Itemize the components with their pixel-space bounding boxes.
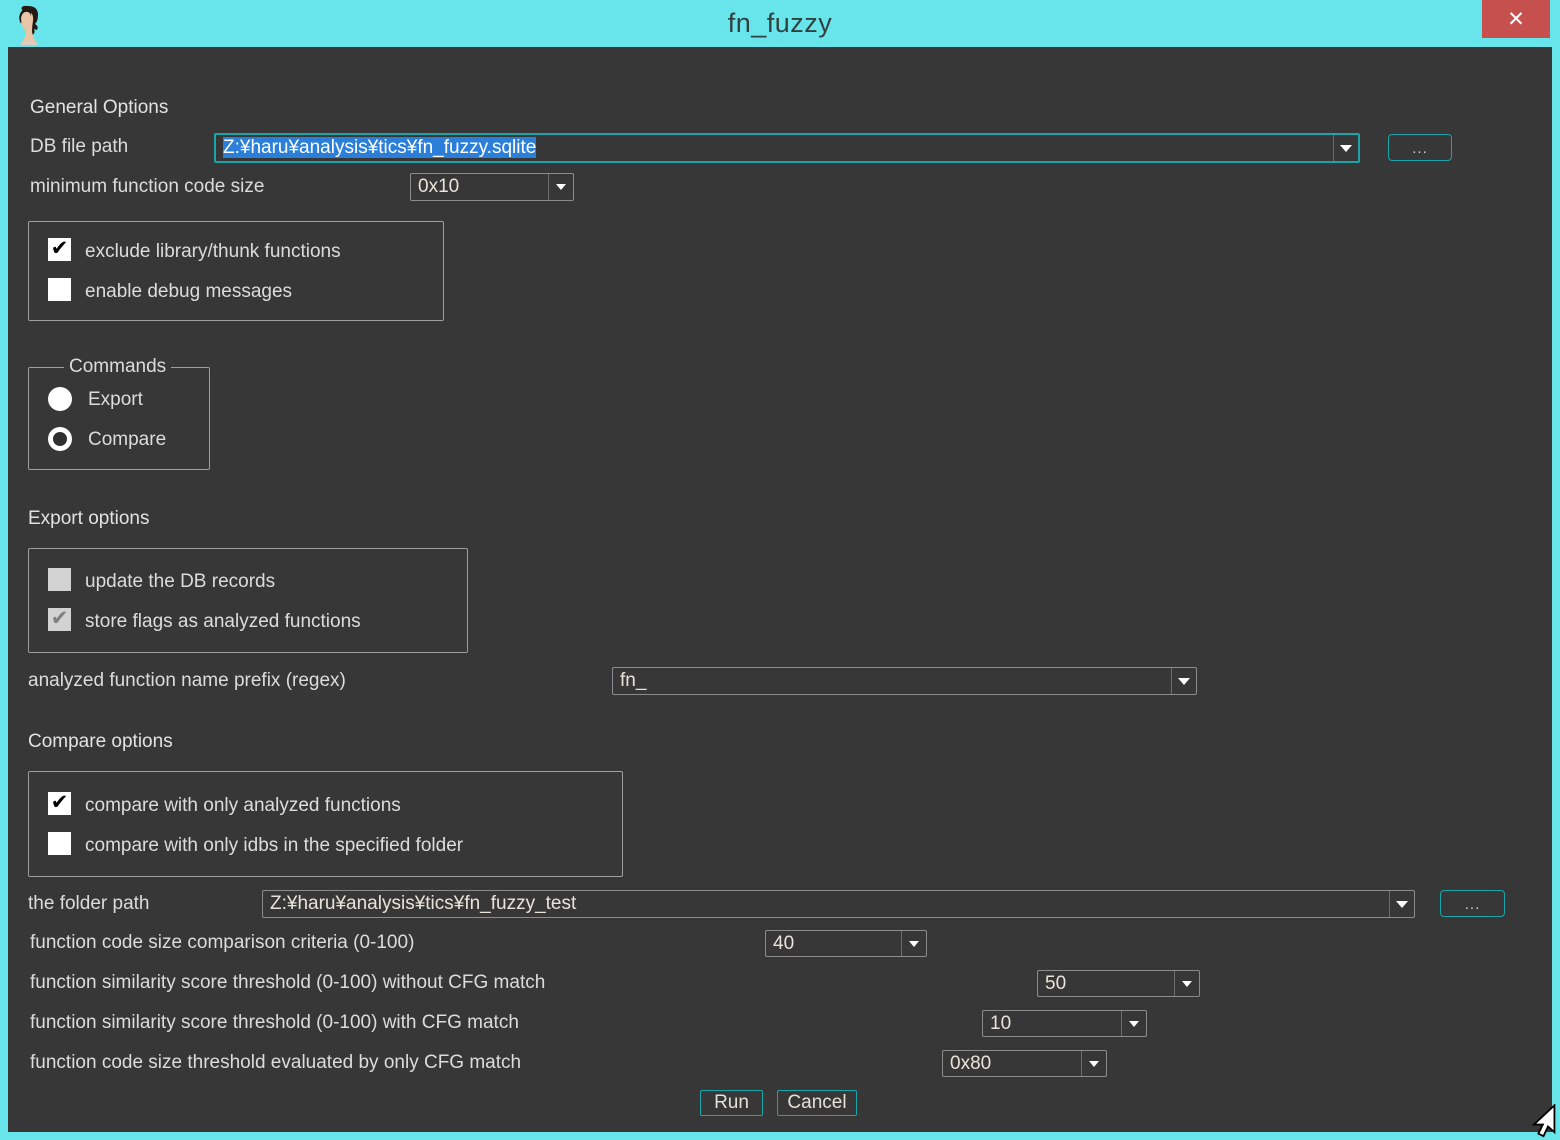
sim-threshold-without-cfg-value: 50 bbox=[1045, 973, 1066, 995]
code-size-cfg-only-label: function code size threshold evaluated b… bbox=[30, 1052, 521, 1074]
dialog-body: General Options DB file path Z:¥haru¥ana… bbox=[8, 47, 1552, 1132]
name-prefix-label: analyzed function name prefix (regex) bbox=[28, 670, 346, 692]
update-db-checkbox bbox=[48, 568, 71, 591]
chevron-down-icon bbox=[1182, 981, 1192, 987]
min-func-code-size-value: 0x10 bbox=[418, 176, 459, 198]
folder-path-label: the folder path bbox=[28, 893, 149, 915]
chevron-down-icon bbox=[556, 184, 566, 190]
export-radio[interactable] bbox=[48, 387, 72, 411]
sim-threshold-with-cfg-label: function similarity score threshold (0-1… bbox=[30, 1012, 519, 1034]
sim-threshold-with-cfg-dropdown[interactable]: 10 bbox=[982, 1010, 1147, 1037]
code-size-criteria-dropdown[interactable]: 40 bbox=[765, 930, 927, 957]
compare-radio[interactable] bbox=[48, 427, 72, 451]
check-icon: ✔ bbox=[51, 608, 69, 629]
run-button[interactable]: Run bbox=[700, 1090, 763, 1116]
folder-path-value: Z:¥haru¥analysis¥tics¥fn_fuzzy_test bbox=[270, 893, 576, 915]
close-icon: ✕ bbox=[1507, 7, 1525, 32]
cancel-button[interactable]: Cancel bbox=[777, 1090, 857, 1116]
close-button[interactable]: ✕ bbox=[1482, 0, 1550, 38]
code-size-cfg-only-value: 0x80 bbox=[950, 1053, 991, 1075]
store-flags-label: store flags as analyzed functions bbox=[85, 611, 361, 633]
store-flags-checkbox: ✔ bbox=[48, 608, 71, 631]
name-prefix-dropdown-arrow[interactable] bbox=[1171, 668, 1196, 694]
chevron-down-icon bbox=[1129, 1021, 1139, 1027]
compare-options-group bbox=[28, 771, 623, 877]
name-prefix-value: fn_ bbox=[620, 670, 646, 692]
compare-radio-label[interactable]: Compare bbox=[88, 429, 166, 451]
general-checkbox-group bbox=[28, 221, 444, 321]
commands-group bbox=[28, 367, 210, 470]
db-file-path-combobox[interactable]: Z:¥haru¥analysis¥tics¥fn_fuzzy.sqlite bbox=[214, 133, 1360, 163]
titlebar: fn_fuzzy ✕ bbox=[0, 0, 1560, 47]
check-icon: ✔ bbox=[51, 792, 69, 813]
exclude-library-label[interactable]: exclude library/thunk functions bbox=[85, 241, 341, 263]
compare-options-heading: Compare options bbox=[28, 731, 173, 753]
db-file-path-value: Z:¥haru¥analysis¥tics¥fn_fuzzy.sqlite bbox=[223, 137, 536, 159]
folder-path-browse-button[interactable]: ... bbox=[1440, 890, 1505, 917]
chevron-down-icon bbox=[909, 941, 919, 947]
chevron-down-icon bbox=[1340, 145, 1352, 152]
sim-threshold-with-cfg-value: 10 bbox=[990, 1013, 1011, 1035]
sim-threshold-without-cfg-label: function similarity score threshold (0-1… bbox=[30, 972, 545, 994]
window-title: fn_fuzzy bbox=[0, 8, 1560, 39]
enable-debug-label[interactable]: enable debug messages bbox=[85, 281, 292, 303]
code-size-criteria-label: function code size comparison criteria (… bbox=[30, 932, 414, 954]
enable-debug-checkbox[interactable] bbox=[48, 278, 71, 301]
commands-group-title: Commands bbox=[64, 356, 171, 378]
chevron-down-icon bbox=[1396, 901, 1408, 908]
only-analyzed-label[interactable]: compare with only analyzed functions bbox=[85, 795, 401, 817]
min-func-code-size-dropdown-arrow[interactable] bbox=[548, 174, 573, 200]
code-size-cfg-only-dropdown-arrow[interactable] bbox=[1081, 1051, 1106, 1076]
check-icon: ✔ bbox=[51, 238, 69, 259]
only-idbs-checkbox[interactable] bbox=[48, 832, 71, 855]
only-analyzed-checkbox[interactable]: ✔ bbox=[48, 792, 71, 815]
chevron-down-icon bbox=[1089, 1061, 1099, 1067]
db-file-path-label: DB file path bbox=[30, 136, 128, 158]
mouse-cursor-icon bbox=[1518, 1104, 1560, 1140]
export-options-heading: Export options bbox=[28, 508, 149, 530]
db-file-path-browse-button[interactable]: ... bbox=[1388, 134, 1452, 161]
db-file-path-dropdown-arrow[interactable] bbox=[1333, 135, 1358, 161]
min-func-code-size-dropdown[interactable]: 0x10 bbox=[410, 173, 574, 201]
sim-threshold-with-cfg-dropdown-arrow[interactable] bbox=[1121, 1011, 1146, 1036]
min-func-code-size-label: minimum function code size bbox=[30, 176, 264, 198]
code-size-criteria-value: 40 bbox=[773, 933, 794, 955]
exclude-library-checkbox[interactable]: ✔ bbox=[48, 238, 71, 261]
code-size-criteria-dropdown-arrow[interactable] bbox=[901, 931, 926, 956]
sim-threshold-without-cfg-dropdown-arrow[interactable] bbox=[1174, 971, 1199, 996]
code-size-cfg-only-dropdown[interactable]: 0x80 bbox=[942, 1050, 1107, 1077]
folder-path-dropdown-arrow[interactable] bbox=[1389, 891, 1414, 917]
only-idbs-label[interactable]: compare with only idbs in the specified … bbox=[85, 835, 463, 857]
export-radio-label[interactable]: Export bbox=[88, 389, 143, 411]
name-prefix-combobox[interactable]: fn_ bbox=[612, 667, 1197, 695]
export-options-group bbox=[28, 548, 468, 653]
update-db-label: update the DB records bbox=[85, 571, 275, 593]
general-options-heading: General Options bbox=[30, 97, 168, 119]
sim-threshold-without-cfg-dropdown[interactable]: 50 bbox=[1037, 970, 1200, 997]
folder-path-combobox[interactable]: Z:¥haru¥analysis¥tics¥fn_fuzzy_test bbox=[262, 890, 1415, 918]
chevron-down-icon bbox=[1178, 678, 1190, 685]
